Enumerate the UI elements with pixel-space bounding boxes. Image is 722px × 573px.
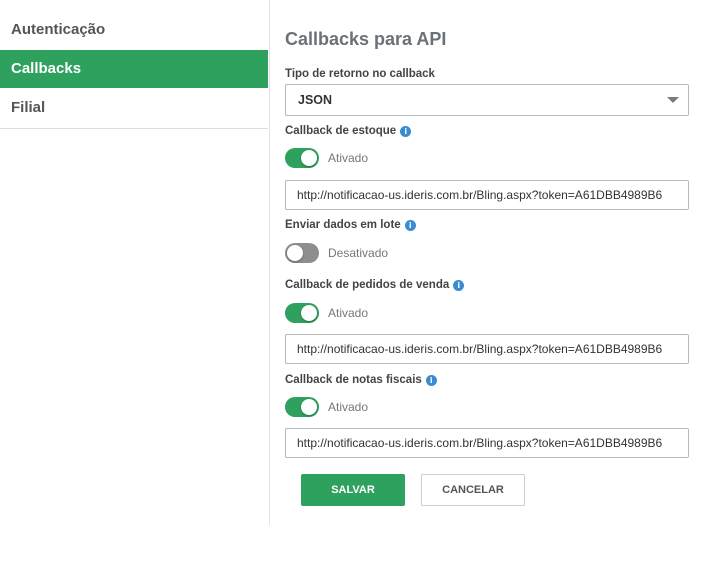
return-type-label-text: Tipo de retorno no callback — [285, 68, 435, 80]
info-icon[interactable]: i — [400, 125, 412, 137]
invoices-callback-status: Ativado — [328, 400, 369, 414]
sidebar-divider — [0, 128, 268, 129]
sidebar-item-filial[interactable]: Filial — [0, 89, 268, 127]
invoices-callback-label-text: Callback de notas fiscais — [285, 374, 422, 386]
toggle-knob — [301, 150, 317, 166]
toggle-knob — [301, 399, 317, 415]
batch-label-text: Enviar dados em lote — [285, 219, 401, 231]
invoices-callback-url-input[interactable] — [285, 428, 689, 458]
return-type-label: Tipo de retorno no callback — [285, 68, 435, 80]
orders-callback-toggle[interactable] — [285, 303, 319, 323]
cancel-button[interactable]: CANCELAR — [421, 474, 525, 506]
settings-sidebar: Autenticação Callbacks Filial — [0, 0, 270, 525]
batch-label: Enviar dados em lote i — [285, 219, 416, 231]
orders-callback-url-input[interactable] — [285, 334, 689, 364]
save-button[interactable]: SALVAR — [301, 474, 405, 506]
page-title: Callbacks para API — [285, 29, 447, 49]
orders-callback-status: Ativado — [328, 306, 369, 320]
info-icon[interactable]: i — [453, 279, 465, 291]
stock-callback-toggle[interactable] — [285, 148, 319, 168]
invoices-callback-label: Callback de notas fiscais i — [285, 374, 437, 386]
orders-callback-label: Callback de pedidos de venda i — [285, 279, 465, 291]
orders-callback-toggle-row: Ativado — [285, 302, 368, 324]
batch-toggle-row: Desativado — [285, 242, 388, 264]
batch-status: Desativado — [328, 246, 389, 260]
stock-callback-toggle-row: Ativado — [285, 147, 368, 169]
toggle-knob — [301, 305, 317, 321]
info-icon[interactable]: i — [425, 374, 437, 386]
stock-callback-status: Ativado — [328, 151, 369, 165]
invoices-callback-toggle[interactable] — [285, 397, 319, 417]
sidebar-item-callbacks[interactable]: Callbacks — [0, 50, 268, 88]
toggle-knob — [287, 245, 303, 261]
batch-toggle[interactable] — [285, 243, 319, 263]
orders-callback-label-text: Callback de pedidos de venda — [285, 279, 450, 291]
info-icon[interactable]: i — [404, 219, 416, 231]
sidebar-item-autenticacao[interactable]: Autenticação — [0, 11, 268, 49]
invoices-callback-toggle-row: Ativado — [285, 396, 368, 418]
stock-callback-label-text: Callback de estoque — [285, 125, 397, 137]
stock-callback-label: Callback de estoque i — [285, 125, 412, 137]
return-type-select[interactable]: JSON — [285, 84, 689, 116]
chevron-down-icon — [667, 97, 679, 103]
stock-callback-url-input[interactable] — [285, 180, 689, 210]
return-type-selected-value: JSON — [298, 93, 333, 107]
